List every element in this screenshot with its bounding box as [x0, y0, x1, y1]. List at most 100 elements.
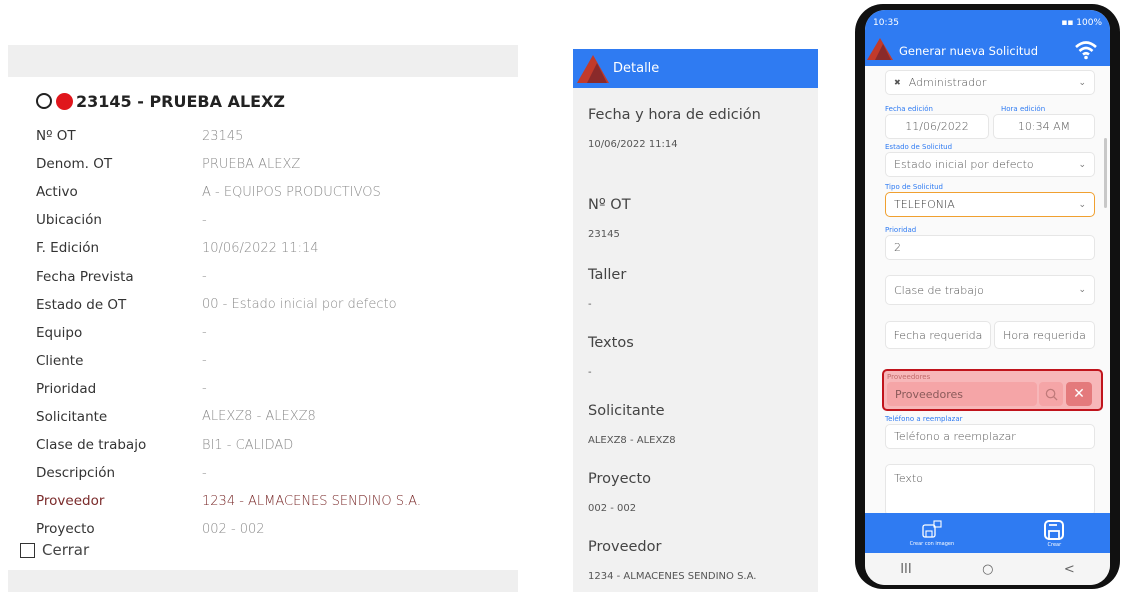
detail-value: 10/06/2022 11:14: [202, 240, 319, 256]
ot-title: 23145 - PRUEBA ALEXZ: [76, 91, 286, 111]
prioridad-field[interactable]: 2: [885, 235, 1095, 260]
field-proveedor: Proveedor 1234 - ALMACENES SENDINO S.A.: [588, 539, 756, 582]
field-label: Fecha y hora de edición: [588, 107, 761, 123]
detail-row: Descripción -: [36, 459, 421, 487]
search-icon: [1045, 388, 1058, 401]
detail-value: -: [202, 353, 207, 369]
back-button[interactable]: <: [1064, 562, 1075, 577]
field-solicitante: Solicitante ALEXZ8 - ALEXZ8: [588, 403, 676, 446]
ot-detail-panel: 23145 - PRUEBA ALEXZ Nº OT 23145 Denom. O…: [0, 0, 520, 592]
wifi-icon: [1075, 41, 1097, 60]
prioridad-label: Prioridad: [885, 226, 917, 234]
telefono-field[interactable]: Teléfono a reemplazar: [885, 424, 1095, 449]
search-button[interactable]: [1039, 382, 1063, 406]
detail-value: 00 - Estado inicial por defecto: [202, 297, 397, 313]
detail-row: Proyecto 002 - 002: [36, 515, 421, 543]
tipo-select[interactable]: TELEFONIA ⌄: [885, 192, 1095, 217]
tipo-label: Tipo de Solicitud: [885, 183, 943, 191]
detail-key: Proveedor: [36, 493, 105, 510]
detail-row-proveedor-highlighted: Proveedor 1234 - ALMACENES SENDINO S.A.: [30, 487, 466, 519]
prioridad-value: 2: [894, 241, 901, 254]
detail-row: Fecha Prevista -: [36, 262, 421, 290]
close-checkbox[interactable]: [20, 542, 35, 558]
field-proyecto: Proyecto 002 - 002: [588, 471, 651, 514]
detail-row: F. Edición 10/06/2022 11:14: [36, 234, 421, 262]
detail-row: Denom. OT PRUEBA ALEXZ: [36, 150, 421, 178]
detail-key: F. Edición: [36, 240, 100, 257]
detail-value: 1234 - ALMACENES SENDINO S.A.: [202, 493, 421, 509]
android-navbar: III ○ <: [865, 553, 1110, 585]
clase-trabajo-select[interactable]: Clase de trabajo ⌄: [885, 275, 1095, 305]
field-value: 002 - 002: [588, 503, 637, 514]
save-icon: [1044, 519, 1065, 540]
texto-field[interactable]: Texto: [885, 464, 1095, 516]
field-value: 1234 - ALMACENES SENDINO S.A.: [588, 571, 757, 582]
detail-row: Nº OT 23145: [36, 122, 421, 150]
close-label: Cerrar: [42, 541, 90, 559]
status-time: 10:35: [873, 18, 899, 28]
fecha-edicion-label: Fecha edición: [885, 105, 933, 113]
create-with-image-caption: Crear con imagen: [909, 540, 955, 547]
field-label: Proyecto: [588, 471, 652, 487]
detail-key: Ubicación: [36, 212, 102, 229]
proveedores-input[interactable]: Proveedores: [887, 382, 1037, 406]
detail-key: Proyecto: [36, 521, 95, 538]
recents-button[interactable]: III: [900, 562, 912, 577]
user-select-value: Administrador: [908, 76, 987, 89]
hora-edicion-field[interactable]: 10:34 AM: [993, 114, 1095, 139]
close-icon: ✕: [1073, 386, 1085, 402]
app-title: Generar nueva Solicitud: [899, 44, 1039, 58]
fecha-requerida-placeholder: Fecha requerida: [893, 328, 983, 342]
detail-value: A - EQUIPOS PRODUCTIVOS: [202, 184, 381, 200]
chevron-down-icon: ⌄: [1078, 285, 1086, 295]
proveedores-placeholder: Proveedores: [895, 387, 963, 401]
detail-value: PRUEBA ALEXZ: [202, 156, 301, 172]
field-value: -: [588, 367, 592, 378]
hora-requerida-placeholder: Hora requerida: [1003, 328, 1086, 342]
create-caption: Crear: [1047, 541, 1062, 548]
detalle-header: Detalle: [573, 49, 818, 88]
detail-key: Descripción: [36, 465, 116, 482]
detail-key: Clase de trabajo: [36, 437, 147, 454]
field-no-ot: Nº OT 23145: [588, 197, 631, 240]
hora-requerida-field[interactable]: Hora requerida: [994, 321, 1095, 349]
create-with-image-button[interactable]: Crear con imagen: [909, 519, 955, 547]
bottom-bar: [8, 570, 518, 592]
clear-button[interactable]: ✕: [1066, 382, 1092, 406]
scrollbar[interactable]: [1104, 138, 1107, 208]
user-icon: ✖: [894, 78, 901, 87]
estado-select[interactable]: Estado inicial por defecto ⌄: [885, 152, 1095, 177]
app-logo-icon: [573, 49, 613, 88]
field-label: Solicitante: [588, 403, 665, 419]
status-bar: 10:35 ▪▪ 100%: [865, 10, 1110, 36]
ot-title-row: 23145 - PRUEBA ALEXZ: [36, 88, 285, 114]
texto-placeholder: Texto: [894, 472, 923, 485]
detail-row: Equipo -: [36, 319, 421, 347]
home-button[interactable]: ○: [982, 562, 993, 577]
hora-edicion-value: 10:34 AM: [1017, 120, 1071, 133]
detail-value: -: [202, 381, 207, 397]
detail-key: Prioridad: [36, 380, 97, 397]
create-button[interactable]: Crear: [1043, 519, 1065, 548]
detail-value: 23145: [202, 128, 244, 144]
detail-row: Estado de OT 00 - Estado inicial por defe…: [36, 291, 421, 319]
close-checkbox-row[interactable]: Cerrar: [20, 541, 89, 559]
detail-value: BI1 - CALIDAD: [202, 437, 294, 453]
detail-value: -: [202, 212, 207, 228]
field-value: ALEXZ8 - ALEXZ8: [588, 435, 676, 446]
user-select[interactable]: ✖ Administrador ⌄: [885, 70, 1095, 95]
hora-edicion-label: Hora edición: [1001, 105, 1046, 113]
ot-detail-rows: Nº OT 23145 Denom. OT PRUEBA ALEXZ Activo A…: [30, 122, 466, 543]
detail-row: Cliente -: [36, 347, 421, 375]
fecha-edicion-field[interactable]: 11/06/2022: [885, 114, 989, 139]
detail-row: Solicitante ALEXZ8 - ALEXZ8: [36, 403, 421, 431]
estado-label: Estado de Solicitud: [885, 143, 953, 151]
fecha-requerida-field[interactable]: Fecha requerida: [885, 321, 991, 349]
chevron-down-icon: ⌄: [1078, 77, 1086, 88]
detail-row: Ubicación -: [36, 206, 421, 234]
field-label: Taller: [588, 267, 627, 283]
detail-value: ALEXZ8 - ALEXZ8: [202, 409, 316, 425]
radio-circle-icon[interactable]: [36, 93, 52, 109]
tipo-value: TELEFONIA: [894, 198, 955, 211]
detail-key: Equipo: [36, 324, 83, 341]
